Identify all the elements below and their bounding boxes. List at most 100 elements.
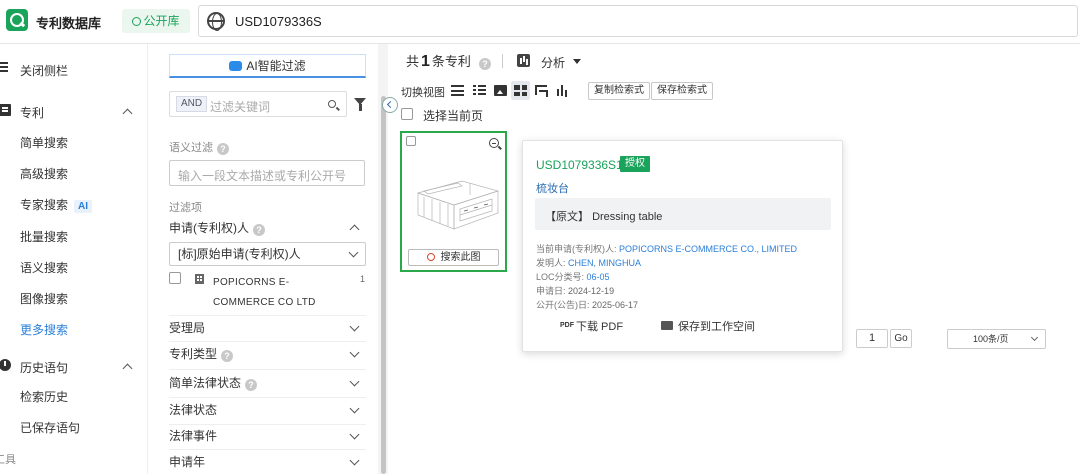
- meta-loc-link[interactable]: 06-05: [587, 272, 610, 282]
- sidebar-item-search-history[interactable]: 检索历史: [20, 388, 68, 408]
- applicant-type-select[interactable]: [标]原始申请(专利权)人: [169, 242, 366, 266]
- save-query-button[interactable]: 保存检索式: [651, 82, 713, 100]
- globe-icon[interactable]: [207, 12, 225, 31]
- copy-query-button[interactable]: 复制检索式: [588, 82, 650, 100]
- result-card[interactable]: 搜索此图: [400, 131, 507, 272]
- semantic-filter-label: 语义过滤?: [169, 139, 229, 155]
- meta-value: 2024-12-19: [568, 286, 615, 296]
- sidebar: 关闭侧栏 专利 简单搜索 高级搜索 专家搜索 AI 批量搜索 语义搜索 图像搜索 …: [0, 44, 148, 474]
- publication-number-link[interactable]: USD1079336S1: [536, 158, 623, 172]
- section-label: 历史语句: [20, 361, 69, 375]
- filter-scrollbar-thumb[interactable]: [381, 96, 386, 474]
- filter-section-application-year[interactable]: 申请年: [169, 450, 366, 474]
- analysis-chart-icon[interactable]: [517, 54, 530, 67]
- meta-loc: LOC分类号: 06-05: [536, 270, 610, 283]
- view-structure-button[interactable]: [532, 81, 551, 100]
- sidebar-item-semantic-search[interactable]: 语义搜索: [20, 259, 68, 279]
- search-input[interactable]: USD1079336S: [198, 5, 1078, 37]
- go-button[interactable]: Go: [890, 329, 912, 348]
- caret-down-icon[interactable]: [573, 59, 581, 64]
- view-chart-button[interactable]: [553, 81, 572, 100]
- meta-applicant-link[interactable]: POPICORNS E-COMMERCE CO., LIMITED: [619, 244, 797, 254]
- patent-doc-icon: [0, 104, 11, 116]
- structure-view-icon: [535, 85, 548, 97]
- applicant-option-label[interactable]: POPICORNS E-COMMERCE CO LTD: [213, 273, 333, 313]
- save-to-workspace-button[interactable]: 保存到工作空间: [678, 318, 755, 334]
- sidebar-item-more-search[interactable]: 更多搜索: [20, 321, 68, 341]
- search-this-image-label: 搜索此图: [440, 252, 481, 263]
- select-page-checkbox[interactable]: [401, 108, 413, 120]
- zoom-in-icon[interactable]: [489, 138, 499, 148]
- search-query[interactable]: USD1079336S: [235, 14, 322, 29]
- applicant-filter-header[interactable]: 申请(专利权)人?: [169, 216, 366, 240]
- help-icon[interactable]: ?: [478, 58, 491, 70]
- sidebar-item-expert-search[interactable]: 专家搜索 AI: [20, 196, 93, 216]
- filter-section-simple-legal-status[interactable]: 简单法律状态?: [169, 371, 366, 395]
- page-size-select[interactable]: 100条/页: [947, 329, 1046, 349]
- filter-funnel-icon[interactable]: [354, 98, 366, 111]
- keyword-filter-input[interactable]: AND 过滤关键词: [169, 91, 347, 117]
- chevron-up-icon[interactable]: [122, 108, 133, 119]
- sidebar-item-advanced-search[interactable]: 高级搜索: [20, 165, 68, 185]
- page-number-input[interactable]: 1: [856, 329, 888, 348]
- help-icon[interactable]: ?: [245, 379, 258, 391]
- patent-title-link[interactable]: 梳妆台: [536, 180, 569, 196]
- detail-view-icon: [473, 85, 486, 96]
- search-icon: [426, 253, 435, 261]
- sidebar-section-patent[interactable]: 专利: [0, 102, 140, 122]
- meta-label: 公开(公告)日:: [536, 300, 590, 310]
- patent-thumbnail[interactable]: [410, 153, 500, 243]
- ai-filter-button[interactable]: AI智能过滤: [169, 54, 366, 78]
- result-count-prefix: 共: [406, 54, 420, 69]
- sidebar-section-tools[interactable]: 工具: [0, 451, 16, 471]
- chevron-up-icon[interactable]: [122, 363, 133, 374]
- and-operator-select[interactable]: AND: [176, 96, 208, 112]
- search-icon[interactable]: [328, 100, 336, 108]
- applicant-type-value: [标]原始申请(专利权)人: [178, 247, 301, 261]
- view-detail-button[interactable]: [470, 81, 489, 100]
- chevron-down-icon: [349, 403, 360, 414]
- download-pdf-button[interactable]: 下载 PDF: [576, 318, 623, 334]
- view-grid-button[interactable]: [511, 81, 530, 100]
- help-icon[interactable]: ?: [253, 224, 265, 236]
- app-logo-icon[interactable]: [6, 9, 28, 31]
- meta-publication-date: 公开(公告)日: 2025-06-17: [536, 298, 638, 311]
- filter-section-patent-type[interactable]: 专利类型?: [169, 342, 366, 366]
- meta-inventor-link[interactable]: CHEN, MINGHUA: [568, 258, 641, 268]
- chevron-down-icon: [349, 321, 360, 332]
- chevron-down-icon: [349, 429, 360, 440]
- filter-items-label: 过滤项: [169, 202, 202, 214]
- sidebar-item-image-search[interactable]: 图像搜索: [20, 290, 68, 310]
- meta-label: 当前申请(专利权)人:: [536, 244, 617, 254]
- applicant-option-count: 1: [360, 274, 366, 284]
- sidebar-item-saved-queries[interactable]: 已保存语句: [20, 419, 80, 439]
- select-page-label[interactable]: 选择当前页: [423, 107, 483, 124]
- meta-label: LOC分类号:: [536, 272, 585, 282]
- applicant-filter-title: 申请(专利权)人: [169, 221, 249, 235]
- filter-section-legal-status[interactable]: 法律状态: [169, 398, 366, 422]
- view-image-button[interactable]: [491, 81, 510, 100]
- building-icon: [195, 274, 204, 284]
- sidebar-item-simple-search[interactable]: 简单搜索: [20, 134, 68, 154]
- help-icon[interactable]: ?: [221, 350, 234, 362]
- applicant-option-checkbox[interactable]: [169, 272, 181, 284]
- filter-section-office[interactable]: 受理局: [169, 316, 366, 340]
- app-title[interactable]: 专利数据库: [36, 13, 101, 32]
- globe-small-icon: [132, 17, 142, 26]
- semantic-filter-input[interactable]: 输入一段文本描述或专利公开号: [169, 160, 365, 186]
- chevron-up-icon[interactable]: [349, 224, 360, 235]
- search-this-image-button[interactable]: 搜索此图: [408, 249, 499, 266]
- help-icon[interactable]: ?: [217, 143, 229, 155]
- sidebar-section-history[interactable]: 历史语句: [0, 357, 140, 377]
- analysis-menu[interactable]: 分析: [541, 54, 565, 71]
- chevron-down-icon: [349, 376, 360, 387]
- filter-section-legal-events[interactable]: 法律事件: [169, 424, 366, 448]
- database-selector[interactable]: 公开库: [122, 9, 190, 33]
- sidebar-item-batch-search[interactable]: 批量搜索: [20, 228, 68, 248]
- status-badge: 授权: [620, 156, 650, 172]
- results-area: 共 1 条专利? 分析 切换视图 复制检索式 保存检索式 选择当前页 搜索此图 …: [390, 44, 1080, 474]
- meta-label: 发明人:: [536, 258, 566, 268]
- filter-section-label: 法律状态: [169, 403, 218, 417]
- result-card-checkbox[interactable]: [406, 136, 416, 146]
- view-list-button[interactable]: [448, 81, 467, 100]
